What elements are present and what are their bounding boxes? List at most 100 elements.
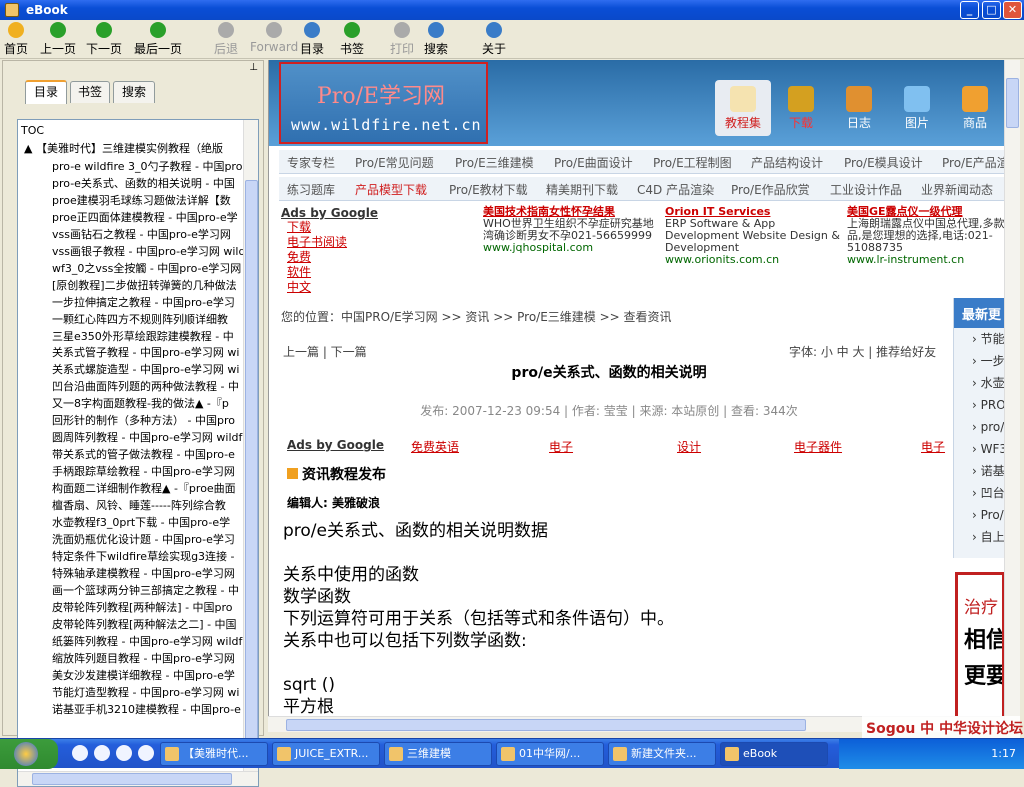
- top-nav-1[interactable]: 下载: [773, 80, 829, 136]
- sidebar-link[interactable]: › 节能灯: [954, 328, 1004, 350]
- toc-item[interactable]: 檀香扇、风铃、睡莲-----阵列综合教: [52, 498, 252, 515]
- toc-item[interactable]: 皮带轮阵列教程[两种解法] - 中国pro: [52, 600, 252, 617]
- toolbar-button[interactable]: 下一页: [86, 22, 122, 57]
- nav-link[interactable]: 产品模型下载: [355, 181, 427, 198]
- scroll-thumb[interactable]: [286, 719, 806, 731]
- ad-link[interactable]: 免费: [287, 250, 378, 265]
- forward-button[interactable]: Forward: [250, 22, 298, 54]
- tab-search[interactable]: 搜索: [113, 81, 155, 103]
- toc-vertical-scrollbar[interactable]: [243, 120, 258, 772]
- sidebar-link[interactable]: › WF3.0: [954, 438, 1004, 460]
- taskbar-button[interactable]: 三维建模: [384, 742, 492, 766]
- tab-bookmarks[interactable]: 书签: [70, 81, 110, 103]
- sidebar-link[interactable]: › 凹台沿: [954, 482, 1004, 504]
- nav-link[interactable]: Pro/E工程制图: [653, 154, 732, 171]
- toc-item[interactable]: 关系式管子教程 - 中国pro-e学习网 wi: [52, 345, 252, 362]
- quick-launch-icon[interactable]: [138, 745, 154, 761]
- ad-link[interactable]: 下载: [287, 220, 378, 235]
- toolbar-button[interactable]: 最后一页: [134, 22, 182, 57]
- ie-icon[interactable]: [72, 745, 88, 761]
- nav-link[interactable]: 专家专栏: [287, 154, 335, 171]
- scroll-thumb[interactable]: [32, 773, 232, 785]
- toolbar-button[interactable]: 搜索: [424, 22, 448, 57]
- chrome-icon[interactable]: [94, 745, 110, 761]
- toc-item[interactable]: vss画钻石之教程 - 中国pro-e学习网: [52, 227, 252, 244]
- nav-link[interactable]: C4D 产品渲染: [637, 181, 714, 198]
- top-nav-4[interactable]: 商品: [947, 80, 1003, 136]
- ad-link[interactable]: 电子器件: [794, 438, 842, 455]
- taskbar-button[interactable]: eBook: [720, 742, 828, 766]
- toc-item[interactable]: 一颗红心阵四方不规则阵列顺详细教: [52, 312, 252, 329]
- ad-link[interactable]: 电子: [921, 438, 945, 455]
- taskbar-button[interactable]: 新建文件夹...: [608, 742, 716, 766]
- ad-link[interactable]: 设计: [677, 438, 701, 455]
- nav-link[interactable]: 工业设计作品: [830, 181, 902, 198]
- toc-item[interactable]: pro-e wildfire 3_0勺子教程 - 中国pro-e: [52, 159, 252, 176]
- ad-link[interactable]: 中文: [287, 280, 378, 295]
- toc-item[interactable]: 美女沙发建模详细教程 - 中国pro-e学: [52, 668, 252, 685]
- content-vertical-scrollbar[interactable]: [1004, 60, 1020, 720]
- sidebar-link[interactable]: › 自上而: [954, 526, 1004, 548]
- article-nav[interactable]: 上一篇 | 下一篇: [283, 343, 367, 360]
- ad-link[interactable]: 电子书阅读: [287, 235, 378, 250]
- taskbar-button[interactable]: JUICE_EXTR...: [272, 742, 380, 766]
- taskbar-button[interactable]: 【美雅时代...: [160, 742, 268, 766]
- sidebar-link[interactable]: › 诺基亚: [954, 460, 1004, 482]
- site-logo[interactable]: Pro/E学习网 www.wildfire.net.cn: [279, 62, 488, 144]
- minimize-button[interactable]: _: [960, 1, 979, 19]
- nav-link[interactable]: Pro/E三维建模: [455, 154, 534, 171]
- toc-item[interactable]: 缩放阵列题目教程 - 中国pro-e学习网: [52, 651, 252, 668]
- top-nav-3[interactable]: 图片: [889, 80, 945, 136]
- toolbar-button[interactable]: 上一页: [40, 22, 76, 57]
- top-nav-2[interactable]: 日志: [831, 80, 887, 136]
- ad-block[interactable]: 美国GE露点仪一级代理 上海朗瑞露点仪中国总代理,多款优品,是您理想的选择,电话:…: [847, 206, 1004, 266]
- toc-item[interactable]: pro-e关系式、函数的相关说明 - 中国: [52, 176, 252, 193]
- toc-item[interactable]: 关系式螺旋造型 - 中国pro-e学习网 wi: [52, 362, 252, 379]
- ad-link[interactable]: 电子: [549, 438, 573, 455]
- ad-block[interactable]: 美国技术指南女性怀孕结果 WHO世界卫生组织不孕症研究基地 湾确诊断男女不孕021…: [483, 206, 663, 254]
- toc-item[interactable]: 纸篓阵列教程 - 中国pro-e学习网 wildf: [52, 634, 252, 651]
- toc-item[interactable]: 带关系式的管子做法教程 - 中国pro-e: [52, 447, 252, 464]
- toc-item[interactable]: 节能灯造型教程 - 中国pro-e学习网 wi: [52, 685, 252, 702]
- toc-item[interactable]: proe建模羽毛球练习题做法详解【数: [52, 193, 252, 210]
- toc-item[interactable]: 皮带轮阵列教程[两种解法之二] - 中国: [52, 617, 252, 634]
- toc-item[interactable]: 凹台沿曲面阵列题的两种做法教程 - 中: [52, 379, 252, 396]
- toc-item[interactable]: 手柄跟踪草绘教程 - 中国pro-e学习网: [52, 464, 252, 481]
- toc-item[interactable]: 特殊轴承建模教程 - 中国pro-e学习网: [52, 566, 252, 583]
- toc-item[interactable]: 洗面奶瓶优化设计题 - 中国pro-e学习: [52, 532, 252, 549]
- toolbar-button[interactable]: 首页: [4, 22, 28, 57]
- sidebar-link[interactable]: › 一步拉: [954, 350, 1004, 372]
- ad-url[interactable]: www.lr-instrument.cn: [847, 254, 1004, 266]
- maxthon-icon[interactable]: [116, 745, 132, 761]
- toolbar-button[interactable]: 目录: [300, 22, 324, 57]
- sidebar-link[interactable]: › 水壶教: [954, 372, 1004, 394]
- toolbar-button[interactable]: 书签: [340, 22, 364, 57]
- nav-link[interactable]: Pro/E教材下载: [449, 181, 528, 198]
- toc-item[interactable]: 圆周阵列教程 - 中国pro-e学习网 wildf: [52, 430, 252, 447]
- toc-item[interactable]: 画一个篮球两分钟三部搞定之教程 - 中: [52, 583, 252, 600]
- nav-link[interactable]: 业界新闻动态: [921, 181, 993, 198]
- toc-item[interactable]: 构面题二详细制作教程▲ -『proe曲面: [52, 481, 252, 498]
- toc-horizontal-scrollbar[interactable]: [18, 771, 258, 786]
- nav-link[interactable]: Pro/E产品渲: [942, 154, 1004, 171]
- toc-tree[interactable]: TOC ▲ 【美雅时代】三维建模实例教程（绝版 pro-e wildfire 3…: [17, 119, 259, 787]
- pin-icon[interactable]: ⊥: [249, 62, 258, 73]
- sidebar-link[interactable]: › PROE: [954, 394, 1004, 416]
- maximize-button[interactable]: □: [982, 1, 1001, 19]
- ad-link[interactable]: Ads by Google: [287, 438, 384, 452]
- toc-item[interactable]: 回形针的制作（多种方法） - 中国pro: [52, 413, 252, 430]
- ad-link[interactable]: 免费英语: [411, 438, 459, 455]
- toc-item[interactable]: proe正四面体建模教程 - 中国pro-e学: [52, 210, 252, 227]
- nav-link[interactable]: 精美期刊下载: [546, 181, 618, 198]
- nav-link[interactable]: 练习题库: [287, 181, 335, 198]
- toc-item[interactable]: vss画银子教程 - 中国pro-e学习网 wild: [52, 244, 252, 261]
- sidebar-link[interactable]: › Pro/E: [954, 504, 1004, 526]
- toc-item[interactable]: [原创教程]二步做扭转弹簧的几种做法: [52, 278, 252, 295]
- scroll-thumb[interactable]: [245, 180, 258, 740]
- nav-link[interactable]: 产品结构设计: [751, 154, 823, 171]
- close-button[interactable]: ✕: [1003, 1, 1022, 19]
- toc-item[interactable]: 特定条件下wildfire草绘实现g3连接 -: [52, 549, 252, 566]
- start-button[interactable]: [0, 739, 58, 769]
- ad-url[interactable]: www.orionits.com.cn: [665, 254, 845, 266]
- ads-by-google[interactable]: Ads by Google: [281, 206, 378, 220]
